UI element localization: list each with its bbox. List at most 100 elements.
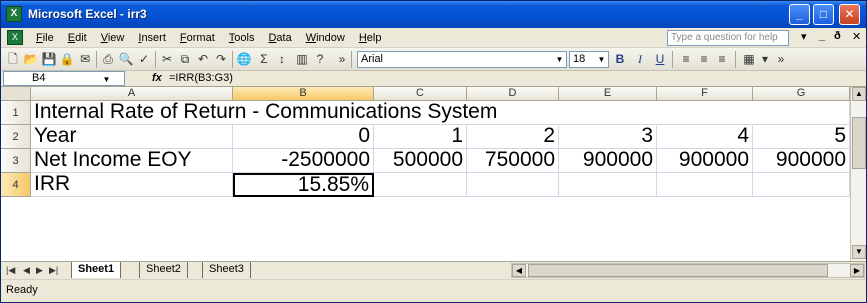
cell-e1[interactable] — [559, 101, 657, 125]
menu-view[interactable]: View — [94, 31, 132, 45]
row-header-2[interactable]: 2 — [1, 125, 31, 149]
menu-tools[interactable]: Tools — [222, 31, 262, 45]
cell-g3[interactable]: 900000 — [753, 149, 850, 173]
excel-icon[interactable]: X — [6, 6, 22, 22]
horizontal-scrollbar[interactable]: ◀ ▶ — [511, 263, 865, 278]
sort-ascending-icon[interactable]: ↕ — [274, 51, 290, 67]
cell-c2[interactable]: 1 — [374, 125, 467, 149]
horizontal-scroll-thumb[interactable] — [528, 264, 828, 277]
align-center-icon[interactable]: ≡ — [696, 51, 712, 67]
workbook-icon[interactable]: X — [7, 30, 23, 45]
column-header-g[interactable]: G — [753, 87, 850, 101]
undo-icon[interactable]: ↶ — [195, 51, 211, 67]
print-preview-icon[interactable]: 🔍 — [118, 51, 134, 67]
align-right-icon[interactable]: ≡ — [714, 51, 730, 67]
help-icon[interactable]: ? — [312, 51, 328, 67]
cell-c4[interactable] — [374, 173, 467, 197]
column-header-a[interactable]: A — [31, 87, 233, 101]
font-size-select[interactable]: 18 ▼ — [569, 51, 609, 68]
menu-edit[interactable]: Edit — [61, 31, 94, 45]
column-header-b[interactable]: B — [233, 87, 374, 101]
scroll-right-icon[interactable]: ▶ — [850, 264, 864, 277]
new-icon[interactable]: 🗋 — [5, 51, 21, 67]
cell-f4[interactable] — [657, 173, 753, 197]
close-button[interactable]: ✕ — [839, 4, 860, 25]
cell-g2[interactable]: 5 — [753, 125, 850, 149]
cut-icon[interactable]: ✂ — [159, 51, 175, 67]
workbook-restore-button[interactable]: ð — [834, 30, 841, 42]
align-left-icon[interactable]: ≡ — [678, 51, 694, 67]
menu-format[interactable]: Format — [173, 31, 222, 45]
hyperlink-icon[interactable]: 🌐 — [236, 51, 252, 67]
column-header-e[interactable]: E — [559, 87, 657, 101]
column-header-c[interactable]: C — [374, 87, 467, 101]
cell-f3[interactable]: 900000 — [657, 149, 753, 173]
menu-help[interactable]: Help — [352, 31, 389, 45]
sheet-tab-sheet1[interactable]: Sheet1 — [71, 262, 122, 278]
last-sheet-icon[interactable]: ▶| — [49, 265, 58, 276]
first-sheet-icon[interactable]: |◀ — [6, 265, 15, 276]
cell-a3[interactable]: Net Income EOY — [31, 149, 233, 173]
worksheet-grid[interactable]: A B C D E F G 1 Internal Rate of Return - Commun… — [1, 87, 850, 261]
scroll-down-icon[interactable]: ▼ — [852, 245, 866, 259]
open-icon[interactable]: 📂 — [23, 51, 39, 67]
name-box[interactable]: B4 ▼ — [3, 71, 125, 86]
minimize-button[interactable]: _ — [789, 4, 810, 25]
scroll-up-icon[interactable]: ▲ — [852, 87, 866, 101]
redo-icon[interactable]: ↷ — [213, 51, 229, 67]
cell-e3[interactable]: 900000 — [559, 149, 657, 173]
next-sheet-icon[interactable]: ▶ — [36, 265, 43, 276]
insert-function-icon[interactable]: fx — [152, 72, 162, 84]
more-toolbar-icon[interactable]: » — [773, 51, 789, 67]
autosum-icon[interactable]: Σ — [256, 51, 272, 67]
bold-button[interactable]: B — [611, 51, 629, 68]
cell-f2[interactable]: 4 — [657, 125, 753, 149]
cell-d4[interactable] — [467, 173, 559, 197]
help-dropdown-icon[interactable]: ▾ — [801, 30, 807, 43]
cell-e2[interactable]: 3 — [559, 125, 657, 149]
permission-icon[interactable]: 🔒 — [59, 51, 75, 67]
borders-dropdown-icon[interactable]: ▾ — [757, 51, 773, 67]
cell-f1[interactable] — [657, 101, 753, 125]
email-icon[interactable]: ✉ — [77, 51, 93, 67]
chart-wizard-icon[interactable]: ▥ — [294, 51, 310, 67]
prev-sheet-icon[interactable]: ◀ — [23, 265, 30, 276]
italic-button[interactable]: I — [631, 51, 649, 68]
save-icon[interactable]: 💾 — [41, 51, 57, 67]
vertical-scroll-thumb[interactable] — [852, 117, 866, 169]
cell-b2[interactable]: 0 — [233, 125, 374, 149]
sheet-tab-sheet3[interactable]: Sheet3 — [202, 262, 251, 278]
copy-icon[interactable]: ⧉ — [177, 51, 193, 67]
help-search-input[interactable]: Type a question for help — [667, 30, 789, 46]
maximize-button[interactable]: □ — [813, 4, 834, 25]
cell-g1[interactable] — [753, 101, 850, 125]
cell-d3[interactable]: 750000 — [467, 149, 559, 173]
column-header-f[interactable]: F — [657, 87, 753, 101]
sheet-tab-sheet2[interactable]: Sheet2 — [139, 262, 188, 278]
cell-d2[interactable]: 2 — [467, 125, 559, 149]
cell-e4[interactable] — [559, 173, 657, 197]
formula-input[interactable]: =IRR(B3:G3) — [169, 72, 233, 84]
spelling-icon[interactable]: ✓ — [136, 51, 152, 67]
column-header-d[interactable]: D — [467, 87, 559, 101]
workbook-close-button[interactable]: ✕ — [852, 30, 861, 43]
menu-window[interactable]: Window — [299, 31, 352, 45]
cell-g4[interactable] — [753, 173, 850, 197]
cell-a1[interactable]: Internal Rate of Return - Communications… — [31, 101, 497, 125]
scroll-left-icon[interactable]: ◀ — [512, 264, 526, 277]
workbook-minimize-button[interactable]: _ — [819, 30, 825, 42]
cell-a4[interactable]: IRR — [31, 173, 233, 197]
menu-insert[interactable]: Insert — [131, 31, 173, 45]
row-header-1[interactable]: 1 — [1, 101, 31, 125]
row-header-3[interactable]: 3 — [1, 149, 31, 173]
select-all-button[interactable] — [1, 87, 31, 101]
cell-a2[interactable]: Year — [31, 125, 233, 149]
underline-button[interactable]: U — [651, 51, 669, 68]
vertical-scrollbar[interactable]: ▲ ▼ — [850, 87, 866, 261]
toolbar-options-icon[interactable]: » — [334, 51, 350, 67]
print-icon[interactable]: ⎙ — [100, 51, 116, 67]
cell-b3[interactable]: -2500000 — [233, 149, 374, 173]
menu-file[interactable]: File — [29, 31, 61, 45]
cell-b4[interactable]: 15.85% — [233, 173, 374, 197]
borders-icon[interactable]: ▦ — [741, 51, 757, 67]
